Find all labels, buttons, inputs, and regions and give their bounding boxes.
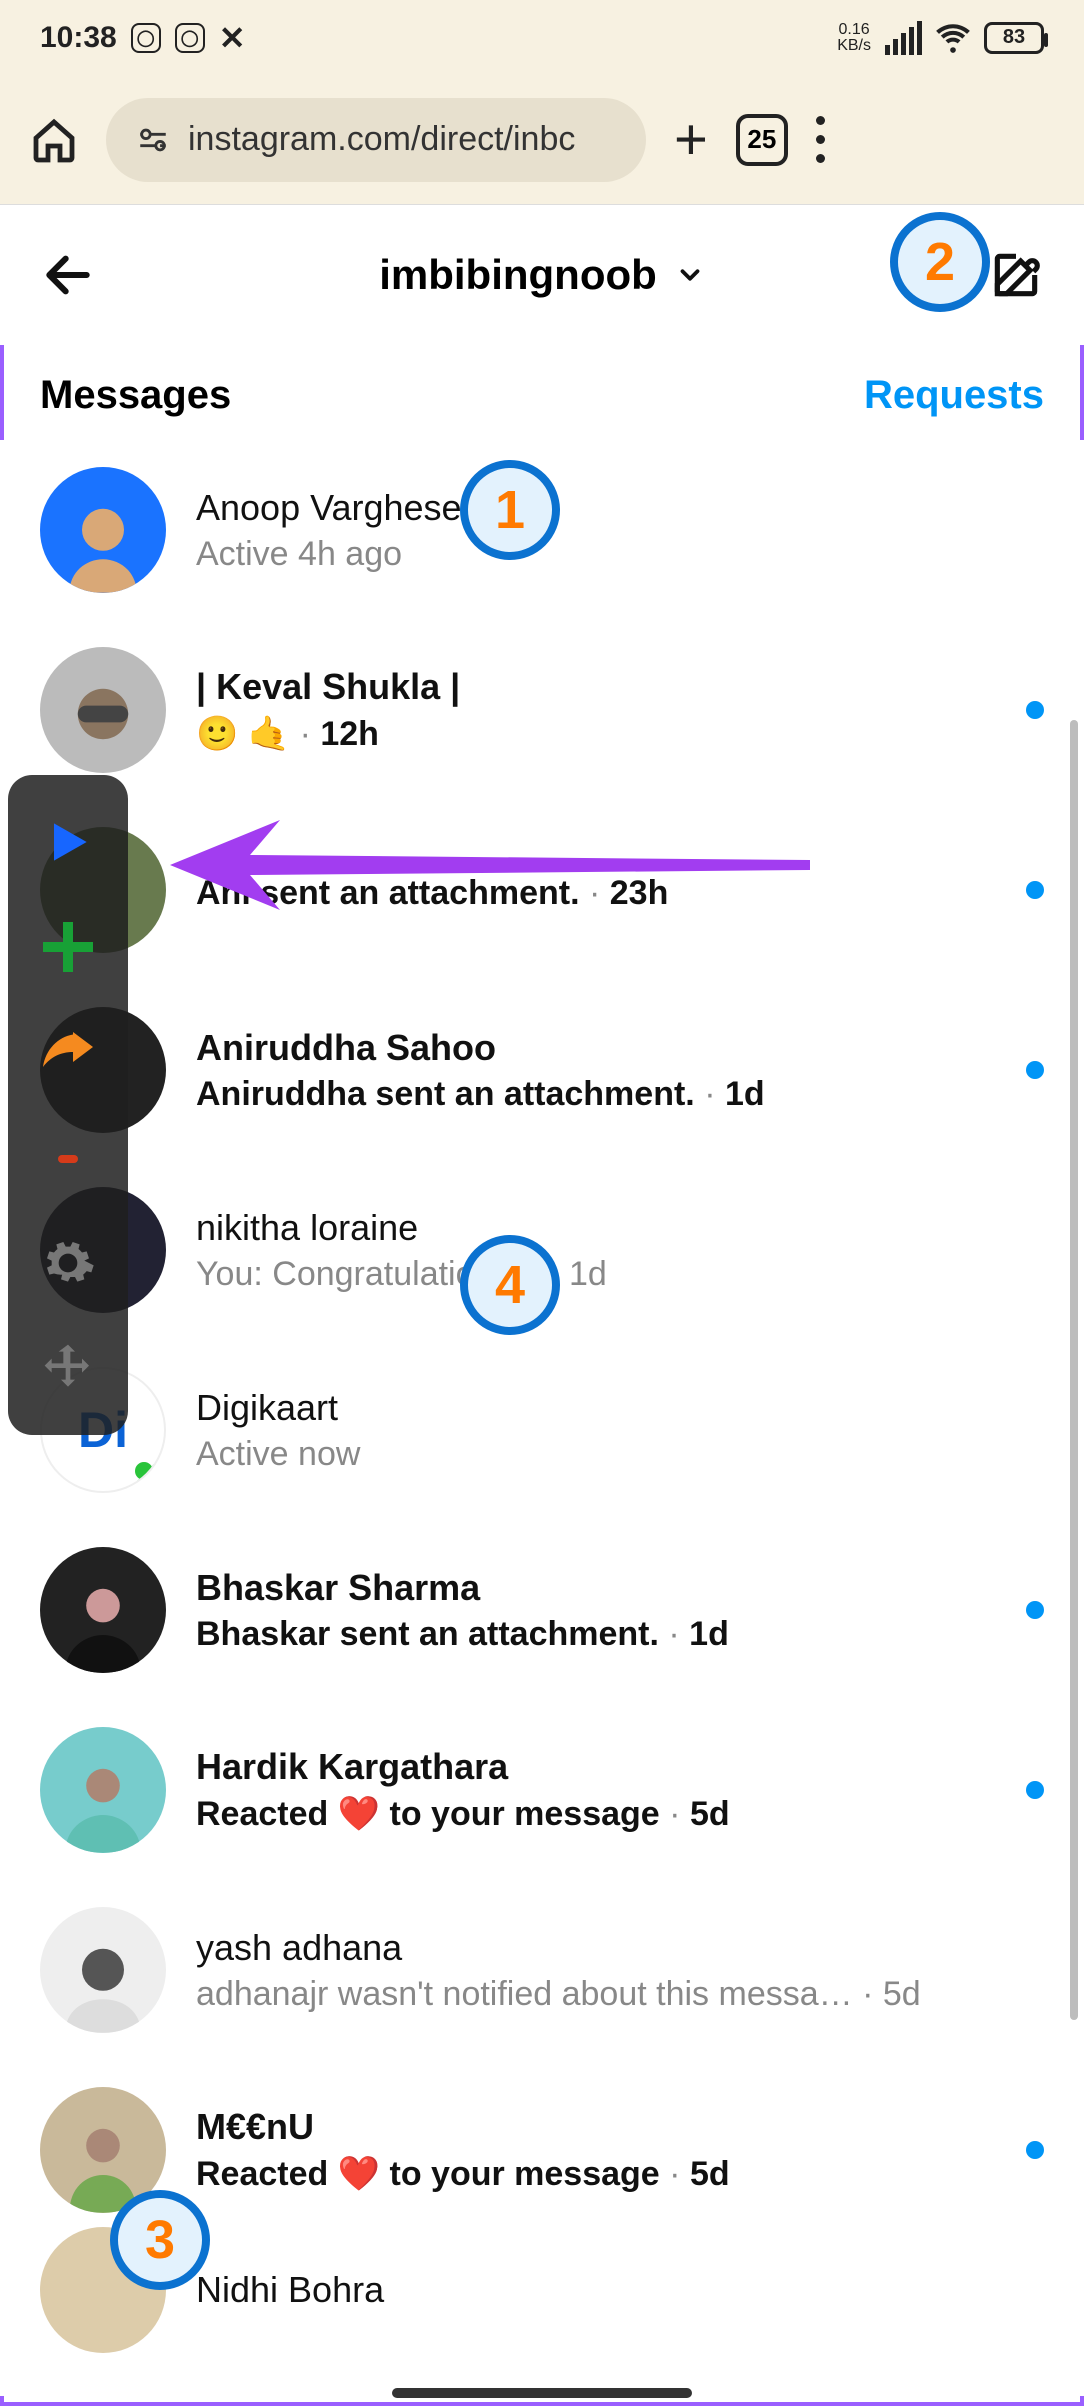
- network-speed: 0.16 KB/s: [837, 22, 871, 54]
- floating-toolbar-overlay[interactable]: [8, 775, 128, 1435]
- conversation-row[interactable]: Di Digikaart Active now: [0, 1340, 1084, 1520]
- avatar: [40, 1907, 166, 2033]
- conversation-preview: Active 4h ago: [196, 535, 1044, 574]
- conversation-preview: Aniruddha sent an attachment. · 1d: [196, 1075, 996, 1114]
- unread-indicator: [1026, 2141, 1044, 2159]
- annotation-badge-3: 3: [110, 2190, 210, 2290]
- avatar: [40, 467, 166, 593]
- back-button[interactable]: [40, 247, 96, 303]
- minus-icon[interactable]: [33, 1123, 103, 1193]
- instagram-icon: ◯: [131, 23, 161, 53]
- site-settings-icon: [136, 123, 170, 157]
- conversation-preview: Active now: [196, 1435, 1044, 1474]
- conversation-row[interactable]: yash adhana adhanajr wasn't notified abo…: [0, 1880, 1084, 2060]
- conversation-preview: Ani sent an attachment. · 23h: [196, 874, 996, 913]
- annotation-badge-2: 2: [890, 212, 990, 312]
- conversation-list: Anoop Varghese Active 4h ago | Keval Shu…: [0, 440, 1084, 2396]
- conversation-name: Digikaart: [196, 1387, 1044, 1429]
- plus-icon[interactable]: [33, 912, 103, 982]
- account-switcher[interactable]: imbibingnoob: [379, 251, 705, 299]
- avatar: [40, 1547, 166, 1673]
- browser-toolbar: instagram.com/direct/inbc + 25: [0, 75, 1084, 205]
- conversation-row[interactable]: Ani sent an attachment. · 23h: [0, 800, 1084, 980]
- wifi-icon: [936, 21, 970, 55]
- online-indicator: [130, 1457, 158, 1485]
- url-text: instagram.com/direct/inbc: [188, 120, 575, 159]
- tab-switcher[interactable]: 25: [736, 114, 788, 166]
- username-label: imbibingnoob: [379, 251, 657, 299]
- home-icon[interactable]: [30, 116, 78, 164]
- conversation-preview: adhanajr wasn't notified about this mess…: [196, 1975, 1044, 2014]
- conversation-preview: Reacted ❤️ to your message · 5d: [196, 2154, 996, 2194]
- address-bar[interactable]: instagram.com/direct/inbc: [106, 98, 646, 182]
- annotation-badge-4: 4: [460, 1235, 560, 1335]
- play-icon[interactable]: [33, 807, 103, 877]
- messages-heading-row: Messages Requests: [0, 355, 1084, 435]
- messages-title: Messages: [40, 373, 231, 418]
- conversation-name: Nidhi Bohra: [196, 2269, 1044, 2311]
- conversation-name: nikitha loraine: [196, 1207, 1044, 1249]
- unread-indicator: [1026, 881, 1044, 899]
- chevron-down-icon: [675, 260, 705, 290]
- conversation-row[interactable]: | Keval Shukla | 🙂 🤙 · 12h: [0, 620, 1084, 800]
- unread-indicator: [1026, 1781, 1044, 1799]
- move-icon[interactable]: [33, 1333, 103, 1403]
- browser-menu-button[interactable]: [816, 116, 825, 163]
- conversation-name: Aniruddha Sahoo: [196, 1027, 996, 1069]
- unread-indicator: [1026, 701, 1044, 719]
- clock: 10:38: [40, 21, 117, 55]
- conversation-name: | Keval Shukla |: [196, 666, 996, 708]
- conversation-preview: You: Congratulations!!! · 1d: [196, 1255, 1044, 1294]
- annotation-badge-1: 1: [460, 460, 560, 560]
- status-bar: 10:38 ◯ ◯ ✕ 0.16 KB/s 83: [0, 0, 1084, 75]
- nav-handle: [392, 2388, 692, 2398]
- avatar: [40, 1727, 166, 1853]
- conversation-preview: Bhaskar sent an attachment. · 1d: [196, 1615, 996, 1654]
- conversation-name: Anoop Varghese: [196, 487, 1044, 529]
- requests-link[interactable]: Requests: [864, 373, 1044, 418]
- conversation-name: Hardik Kargathara: [196, 1746, 996, 1788]
- gear-icon[interactable]: [33, 1228, 103, 1298]
- instagram-icon: ◯: [175, 23, 205, 53]
- battery-icon: 83: [984, 22, 1044, 54]
- conversation-name: yash adhana: [196, 1927, 1044, 1969]
- cell-signal-icon: [885, 21, 922, 55]
- no-location-icon: ✕: [219, 19, 246, 57]
- conversation-row[interactable]: Bhaskar Sharma Bhaskar sent an attachmen…: [0, 1520, 1084, 1700]
- share-arrow-icon[interactable]: [33, 1017, 103, 1087]
- unread-indicator: [1026, 1061, 1044, 1079]
- conversation-preview: Reacted ❤️ to your message · 5d: [196, 1794, 996, 1834]
- conversation-row[interactable]: Aniruddha Sahoo Aniruddha sent an attach…: [0, 980, 1084, 1160]
- scrollbar[interactable]: [1070, 720, 1078, 2020]
- conversation-row[interactable]: Hardik Kargathara Reacted ❤️ to your mes…: [0, 1700, 1084, 1880]
- conversation-name: M€€nU: [196, 2106, 996, 2148]
- avatar: [40, 647, 166, 773]
- unread-indicator: [1026, 1601, 1044, 1619]
- conversation-name: Bhaskar Sharma: [196, 1567, 996, 1609]
- compose-button[interactable]: [988, 247, 1044, 303]
- new-tab-button[interactable]: +: [674, 106, 708, 173]
- conversation-preview: 🙂 🤙 · 12h: [196, 714, 996, 754]
